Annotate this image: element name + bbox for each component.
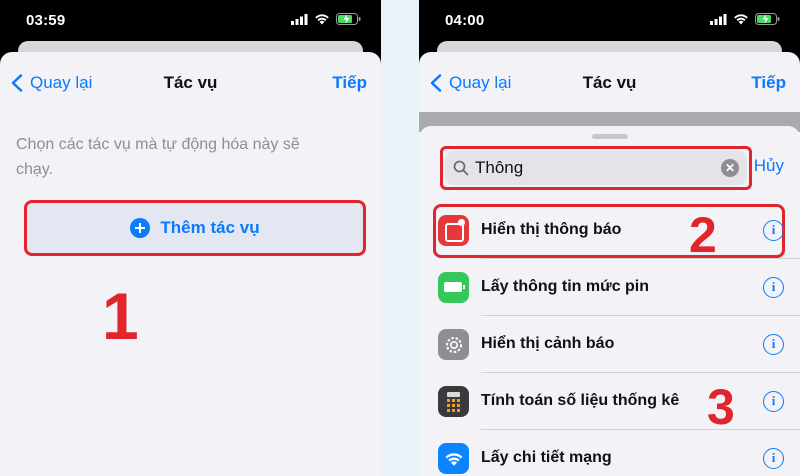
action-label: Tính toán số liệu thống kê bbox=[481, 392, 680, 409]
info-icon[interactable]: i bbox=[763, 277, 784, 298]
divider-strip bbox=[381, 0, 419, 476]
status-time: 03:59 bbox=[26, 12, 66, 29]
action-label: Lấy chi tiết mạng bbox=[481, 449, 612, 466]
calculator-icon bbox=[438, 386, 469, 417]
list-item[interactable]: Hiển thị cảnh báo i bbox=[419, 316, 800, 373]
clear-icon[interactable]: ✕ bbox=[721, 159, 739, 177]
battery-charging-icon bbox=[755, 13, 780, 25]
wifi-status-icon bbox=[734, 14, 748, 25]
status-icons bbox=[710, 13, 780, 25]
step-marker-3: 3 bbox=[707, 379, 735, 435]
plus-circle-icon bbox=[130, 218, 151, 238]
phone-screen-left: 03:59 Quay lại Tác vụ Tiếp Chọn các tác … bbox=[0, 0, 381, 476]
search-icon bbox=[453, 160, 469, 176]
add-action-label: Thêm tác vụ bbox=[160, 218, 260, 237]
action-label: Hiển thị thông báo bbox=[481, 221, 622, 238]
list-item[interactable]: Lấy chi tiết mạng i bbox=[419, 430, 800, 476]
next-button[interactable]: Tiếp bbox=[332, 73, 367, 93]
phone-screen-right: 04:00 Quay lại Tác vụ Tiếp Thông ✕ Hủy 2… bbox=[419, 0, 800, 476]
actions-sheet: Quay lại Tác vụ Tiếp Chọn các tác vụ mà … bbox=[0, 52, 381, 476]
instruction-text: Chọn các tác vụ mà tự động hóa này sẽ ch… bbox=[16, 136, 300, 178]
search-input[interactable]: Thông ✕ bbox=[445, 151, 747, 185]
action-label: Lấy thông tin mức pin bbox=[481, 278, 650, 295]
navigation-bar: Quay lại Tác vụ Tiếp bbox=[0, 52, 381, 112]
battery-charging-icon bbox=[336, 13, 361, 25]
action-search-modal: Thông ✕ Hủy 2 Hiển thị thông báo i Lấy t… bbox=[419, 126, 800, 476]
status-bar: 03:59 bbox=[0, 0, 381, 38]
page-title: Tác vụ bbox=[582, 73, 637, 92]
page-title: Tác vụ bbox=[163, 73, 218, 92]
info-icon[interactable]: i bbox=[763, 334, 784, 355]
screenshot-canvas: 03:59 Quay lại Tác vụ Tiếp Chọn các tác … bbox=[0, 0, 800, 476]
search-highlight: Thông ✕ bbox=[440, 146, 752, 190]
wifi-icon bbox=[438, 443, 469, 474]
sheet-grabber[interactable] bbox=[591, 134, 628, 139]
status-time: 04:00 bbox=[445, 12, 485, 29]
info-icon[interactable]: i bbox=[763, 448, 784, 469]
signal-icon bbox=[291, 13, 308, 25]
status-icons bbox=[291, 13, 361, 25]
navigation-bar: Quay lại Tác vụ Tiếp bbox=[419, 52, 800, 112]
status-bar: 04:00 bbox=[419, 0, 800, 38]
notification-icon bbox=[438, 215, 469, 246]
action-results-list: Hiển thị thông báo i Lấy thông tin mức p… bbox=[419, 202, 800, 476]
add-action-button[interactable]: Thêm tác vụ bbox=[24, 200, 366, 256]
list-item[interactable]: Lấy thông tin mức pin i bbox=[419, 259, 800, 316]
wifi-status-icon bbox=[315, 14, 329, 25]
signal-icon bbox=[710, 13, 727, 25]
action-label: Hiển thị cảnh báo bbox=[481, 335, 615, 352]
search-value: Thông bbox=[475, 158, 524, 177]
battery-icon bbox=[438, 272, 469, 303]
list-item[interactable]: Hiển thị thông báo i bbox=[419, 202, 800, 259]
next-button[interactable]: Tiếp bbox=[751, 73, 786, 93]
info-icon[interactable]: i bbox=[763, 220, 784, 241]
list-item[interactable]: Tính toán số liệu thống kê i bbox=[419, 373, 800, 430]
gear-icon bbox=[438, 329, 469, 360]
step-marker-1: 1 bbox=[102, 279, 139, 353]
cancel-button[interactable]: Hủy bbox=[754, 156, 784, 176]
info-icon[interactable]: i bbox=[763, 391, 784, 412]
